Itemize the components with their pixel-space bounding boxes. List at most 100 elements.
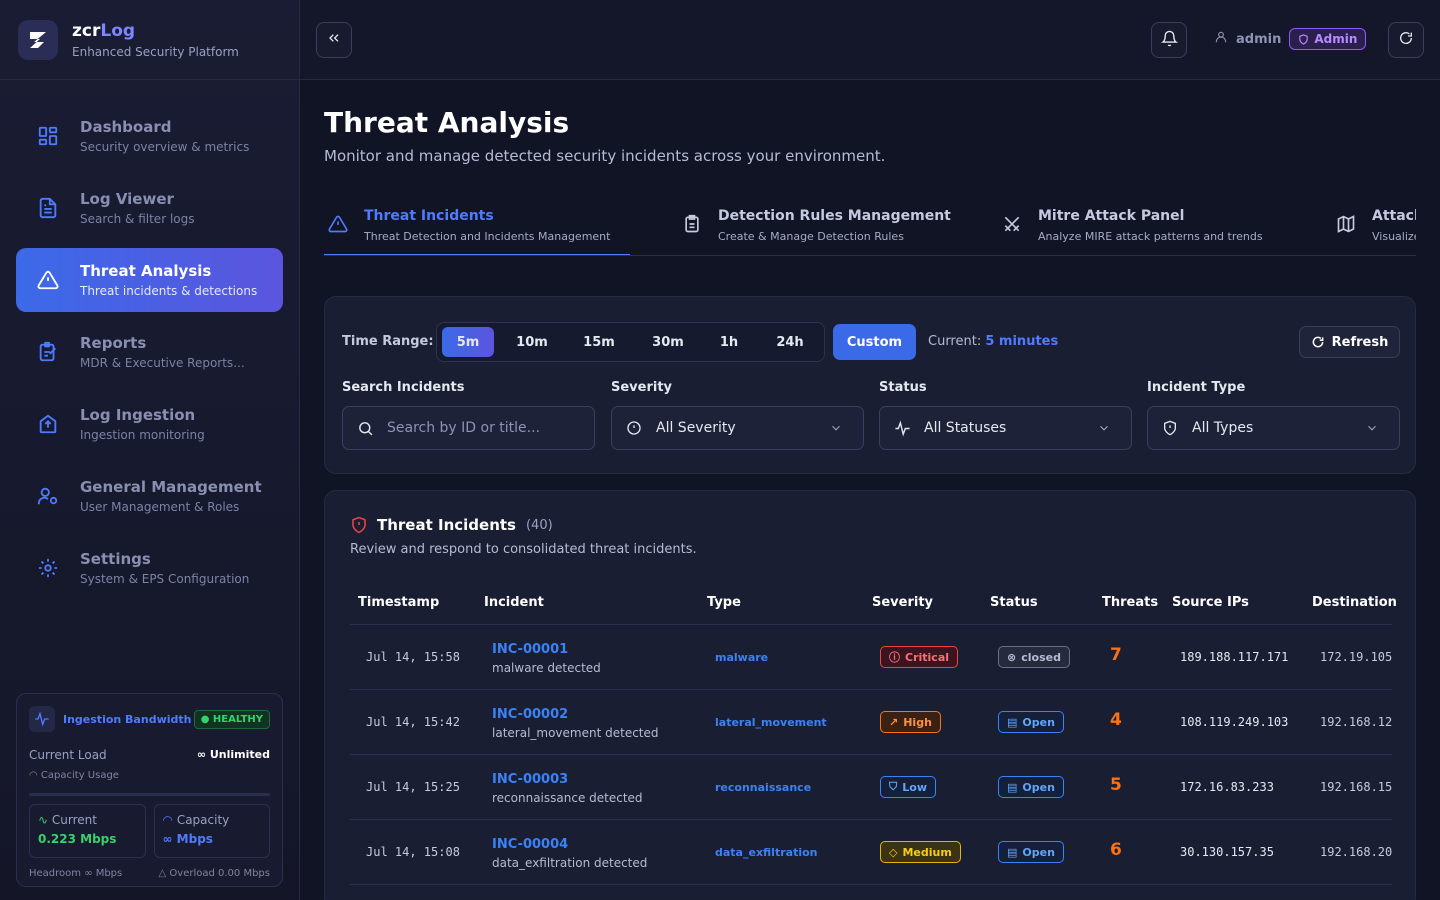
page-subtitle: Monitor and manage detected security inc… bbox=[324, 147, 886, 165]
incident-type-label: Incident Type bbox=[1147, 380, 1246, 395]
sidebar-item-settings[interactable]: Settings System & EPS Configuration bbox=[16, 536, 283, 600]
time-range-15m[interactable]: 15m bbox=[574, 327, 624, 357]
sidebar-nav: Dashboard Security overview & metrics Log… bbox=[0, 80, 299, 600]
collapse-sidebar-button[interactable] bbox=[316, 22, 352, 58]
logout-button[interactable] bbox=[1388, 22, 1424, 58]
tab-attack-visualize[interactable]: Attack Visualize bbox=[1336, 198, 1416, 255]
sidebar-item-title: Log Viewer bbox=[80, 190, 174, 208]
status-select[interactable]: All Statuses bbox=[879, 406, 1132, 450]
diamond-icon: ◇ bbox=[889, 845, 898, 859]
sidebar-item-general-management[interactable]: General Management User Management & Role… bbox=[16, 464, 283, 528]
notifications-button[interactable] bbox=[1151, 22, 1187, 58]
row-incident-desc: malware detected bbox=[492, 661, 601, 675]
severity-badge: ⓘ Critical bbox=[880, 646, 959, 668]
time-range-5m[interactable]: 5m bbox=[442, 327, 494, 357]
role-badge: Admin bbox=[1289, 28, 1367, 50]
ingestion-bandwidth-card: Ingestion Bandwidth ● HEALTHY Current Lo… bbox=[16, 693, 283, 887]
username: admin bbox=[1236, 31, 1282, 47]
col-source-ips[interactable]: Source IPs bbox=[1172, 595, 1249, 610]
row-timestamp: Jul 14, 15:58 bbox=[366, 650, 460, 664]
severity-value: All Severity bbox=[656, 420, 736, 436]
col-severity[interactable]: Severity bbox=[872, 595, 933, 610]
row-destination: 192.168.20 bbox=[1320, 845, 1393, 859]
time-range-1h[interactable]: 1h bbox=[709, 327, 749, 357]
row-threats: 5 bbox=[1110, 775, 1122, 795]
col-timestamp[interactable]: Timestamp bbox=[358, 595, 439, 610]
bandwidth-title: Ingestion Bandwidth bbox=[63, 712, 192, 726]
table-row[interactable]: Jul 14, 15:25 INC-00003 reconnaissance d… bbox=[350, 755, 1392, 820]
row-destination: 192.168.15 bbox=[1320, 780, 1393, 794]
severity-select[interactable]: All Severity bbox=[611, 406, 864, 450]
tab-mitre-attack[interactable]: Mitre Attack Panel Analyze MIRE attack pa… bbox=[1002, 198, 1263, 255]
brand-subtitle: Enhanced Security Platform bbox=[72, 44, 239, 59]
col-status[interactable]: Status bbox=[990, 595, 1038, 610]
incident-type-value: All Types bbox=[1192, 420, 1254, 436]
sidebar-item-subtitle: Threat incidents & detections bbox=[80, 284, 258, 298]
sidebar-item-log-viewer[interactable]: Log Viewer Search & filter logs bbox=[16, 176, 283, 240]
sidebar-item-title: Reports bbox=[80, 334, 147, 352]
alert-circle-icon bbox=[626, 420, 644, 436]
time-range-30m[interactable]: 30m bbox=[642, 327, 694, 357]
tab-title: Threat Incidents bbox=[364, 208, 494, 224]
col-destination[interactable]: Destination bbox=[1312, 595, 1397, 610]
chevron-down-icon bbox=[1365, 421, 1379, 439]
table-row[interactable]: Jul 14, 15:58 INC-00001 malware detected… bbox=[350, 625, 1392, 690]
sidebar-item-subtitle: Ingestion monitoring bbox=[80, 428, 205, 442]
tab-title: Attack bbox=[1372, 208, 1416, 224]
row-timestamp: Jul 14, 15:42 bbox=[366, 715, 460, 729]
search-input[interactable]: Search by ID or title... bbox=[342, 406, 595, 450]
report-icon bbox=[36, 340, 60, 364]
refresh-button[interactable]: Refresh bbox=[1299, 326, 1400, 358]
time-range-24h[interactable]: 24h bbox=[767, 327, 813, 357]
sidebar-item-title: Log Ingestion bbox=[80, 406, 196, 424]
incident-type-select[interactable]: All Types bbox=[1147, 406, 1400, 450]
row-source-ip: 108.119.249.103 bbox=[1180, 715, 1289, 729]
row-incident-id[interactable]: INC-00002 bbox=[492, 707, 568, 722]
row-incident-id[interactable]: INC-00003 bbox=[492, 772, 568, 787]
clipboard-icon bbox=[682, 214, 704, 238]
row-destination: 192.168.12 bbox=[1320, 715, 1393, 729]
row-incident-id[interactable]: INC-00001 bbox=[492, 642, 568, 657]
time-range-10m[interactable]: 10m bbox=[507, 327, 557, 357]
custom-range-button[interactable]: Custom bbox=[833, 324, 916, 360]
row-type: malware bbox=[715, 651, 769, 664]
search-label: Search Incidents bbox=[342, 380, 465, 395]
trending-up-icon: ↗ bbox=[889, 715, 899, 729]
shield-icon bbox=[1298, 33, 1309, 45]
row-incident-id[interactable]: INC-00004 bbox=[492, 837, 568, 852]
row-threats: 6 bbox=[1110, 840, 1122, 860]
table-row[interactable]: Jul 14, 15:08 INC-00004 data_exfiltratio… bbox=[350, 820, 1392, 885]
current-bandwidth-box: ∿ Current 0.223 Mbps bbox=[29, 804, 146, 858]
activity-icon bbox=[29, 706, 55, 732]
col-incident[interactable]: Incident bbox=[484, 595, 544, 610]
table-row[interactable]: Jul 14, 15:42 INC-00002 lateral_movement… bbox=[350, 690, 1392, 755]
document-icon bbox=[36, 196, 60, 220]
page-title: Threat Analysis bbox=[324, 106, 570, 139]
row-type: lateral_movement bbox=[715, 716, 827, 729]
incidents-title: Threat Incidents bbox=[377, 516, 516, 534]
time-range-group: 5m 10m 15m 30m 1h 24h bbox=[436, 322, 825, 362]
sidebar-item-subtitle: Search & filter logs bbox=[80, 212, 195, 226]
sidebar-item-subtitle: User Management & Roles bbox=[80, 500, 240, 514]
sidebar-item-log-ingestion[interactable]: Log Ingestion Ingestion monitoring bbox=[16, 392, 283, 456]
x-circle-icon: ⊗ bbox=[1007, 650, 1017, 664]
user-menu[interactable]: admin Admin bbox=[1214, 28, 1367, 50]
file-icon: ▤ bbox=[1007, 780, 1018, 794]
sidebar-item-dashboard[interactable]: Dashboard Security overview & metrics bbox=[16, 104, 283, 168]
incidents-subtitle: Review and respond to consolidated threa… bbox=[350, 542, 697, 557]
sidebar-item-threat-analysis[interactable]: Threat Analysis Threat incidents & detect… bbox=[16, 248, 283, 312]
severity-badge: ⛉ Low bbox=[880, 776, 936, 798]
row-timestamp: Jul 14, 15:25 bbox=[366, 780, 460, 794]
status-badge: ● HEALTHY bbox=[193, 709, 270, 729]
capacity-usage-label: ◠ Capacity Usage bbox=[29, 770, 119, 781]
col-threats[interactable]: Threats bbox=[1102, 595, 1158, 610]
sidebar-item-reports[interactable]: Reports MDR & Executive Reports... bbox=[16, 320, 283, 384]
refresh-circle-icon bbox=[1398, 30, 1414, 50]
brand[interactable]: zcrLog Enhanced Security Platform bbox=[0, 0, 299, 80]
tab-threat-incidents[interactable]: Threat Incidents Threat Detection and Inc… bbox=[324, 198, 630, 255]
sidebar-item-subtitle: MDR & Executive Reports... bbox=[80, 356, 245, 370]
gear-icon bbox=[36, 556, 60, 580]
incidents-count: (40) bbox=[525, 517, 553, 533]
col-type[interactable]: Type bbox=[707, 595, 741, 610]
tab-detection-rules[interactable]: Detection Rules Management Create & Manag… bbox=[682, 198, 951, 255]
